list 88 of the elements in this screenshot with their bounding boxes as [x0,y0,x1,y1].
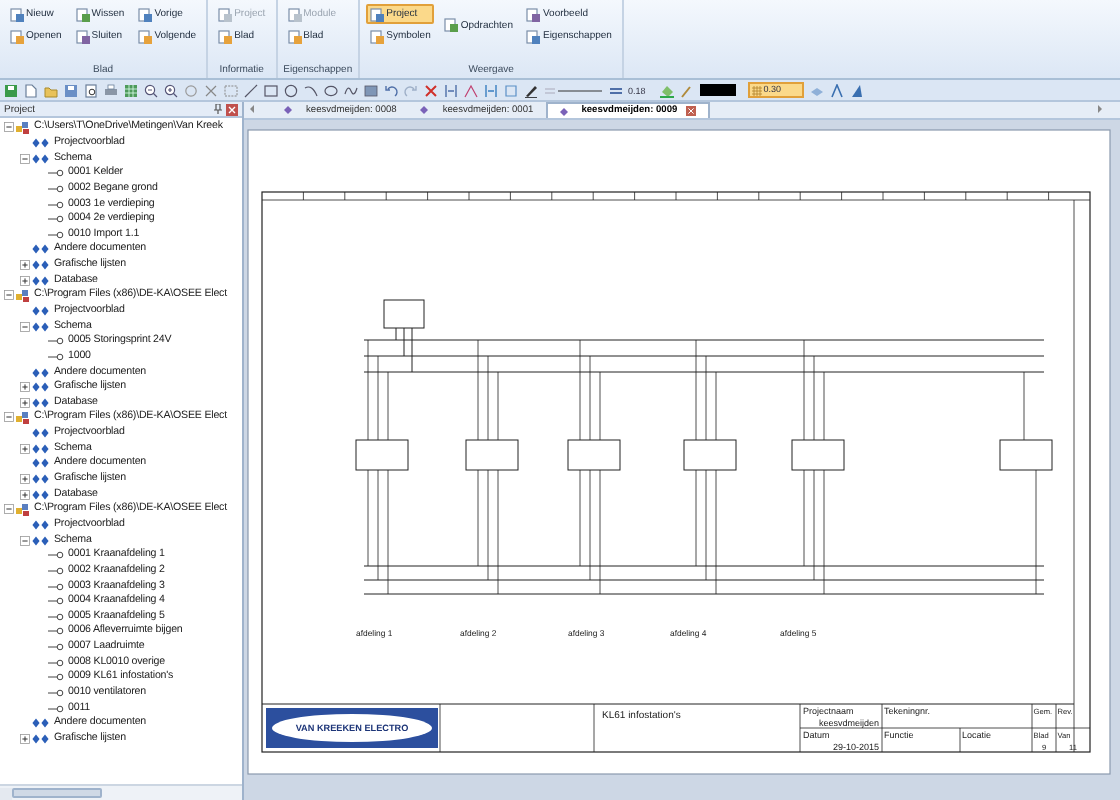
project-icon [16,503,30,516]
diamonds-icon [32,397,50,408]
ellipse-icon[interactable] [324,83,338,97]
curve-icon[interactable] [344,83,358,97]
printer-icon[interactable] [104,83,118,97]
connector-icon [48,657,64,668]
rectangle-icon[interactable] [264,83,278,97]
diamonds-icon [32,428,50,439]
circle-icon[interactable] [284,83,298,97]
connector-icon [48,199,64,210]
connector-icon [48,611,64,622]
connector-icon [48,581,64,592]
diamonds-icon [32,489,50,500]
diamonds-icon [32,474,50,485]
diamonds-icon [32,458,50,469]
connector-icon [48,703,64,714]
connector-icon [48,642,64,653]
page-icon [444,18,459,32]
expand-icon[interactable] [20,474,30,485]
collapse-icon[interactable] [4,290,14,301]
connector-icon [48,183,64,194]
expand-icon[interactable] [20,382,30,393]
grid-icon [751,85,762,95]
line-weight-icon [610,83,622,97]
collapse-icon[interactable] [20,321,30,332]
print-preview-icon[interactable] [84,83,98,97]
align-icon[interactable] [444,83,458,97]
close-icon[interactable] [685,106,696,116]
diamonds-icon [32,382,50,393]
scroll-right-icon[interactable] [1096,104,1104,114]
collapse-icon[interactable] [20,153,30,164]
diamonds-icon [32,443,50,454]
diamonds-icon [32,260,50,271]
line-icon[interactable] [244,83,258,97]
grid-view-icon[interactable] [124,83,138,97]
project-icon [16,121,30,134]
diamonds-icon [32,718,50,729]
diamond-icon [284,106,292,114]
fill-icon [659,83,674,97]
expand-icon[interactable] [20,275,30,286]
diamonds-icon [32,275,50,286]
diamonds-icon [32,519,50,530]
close-icon[interactable] [226,103,238,115]
pin-icon[interactable] [214,104,222,114]
project-icon [16,411,30,424]
connector-icon [48,550,64,561]
zoom-in-icon[interactable] [164,83,178,97]
diamonds-icon [32,733,50,744]
diamonds-icon [32,367,50,378]
connector-icon [48,214,64,225]
line-style-icon [544,83,604,97]
zoom-out-icon[interactable] [144,83,158,97]
connector-icon [48,596,64,607]
diamonds-icon [32,535,50,546]
save-icon[interactable] [4,83,18,97]
expand-icon[interactable] [20,443,30,454]
diamonds-icon [32,306,50,316]
expand-icon[interactable] [20,733,30,744]
arc-icon[interactable] [304,83,318,97]
diamonds-icon [32,321,50,332]
connector-icon [48,336,64,347]
connector-icon [48,672,64,683]
collapse-icon[interactable] [20,535,30,546]
connector-icon [48,229,64,240]
cut-icon[interactable] [204,83,218,97]
expand-icon[interactable] [20,260,30,271]
diamonds-icon [32,153,50,164]
connector-icon [48,351,64,362]
undo-icon[interactable] [384,83,398,97]
connector-icon [48,168,64,179]
connector-icon [48,688,64,699]
distribute-icon[interactable] [484,83,498,97]
expand-icon[interactable] [20,489,30,500]
collapse-icon[interactable] [4,122,14,133]
diamonds-icon [32,137,50,148]
horizontal-scrollbar[interactable] [0,784,242,800]
delete-icon[interactable] [424,83,438,97]
diamonds-icon [32,244,50,255]
project-icon [16,289,30,302]
color-swatch[interactable] [699,84,736,96]
connector-icon [48,565,64,576]
diamond-icon [559,107,568,115]
scroll-left-icon[interactable] [248,104,256,114]
collapse-icon[interactable] [4,504,14,515]
diamond-icon [420,106,429,114]
expand-icon[interactable] [20,397,30,408]
connector-icon [48,626,64,637]
collapse-icon[interactable] [4,412,14,423]
